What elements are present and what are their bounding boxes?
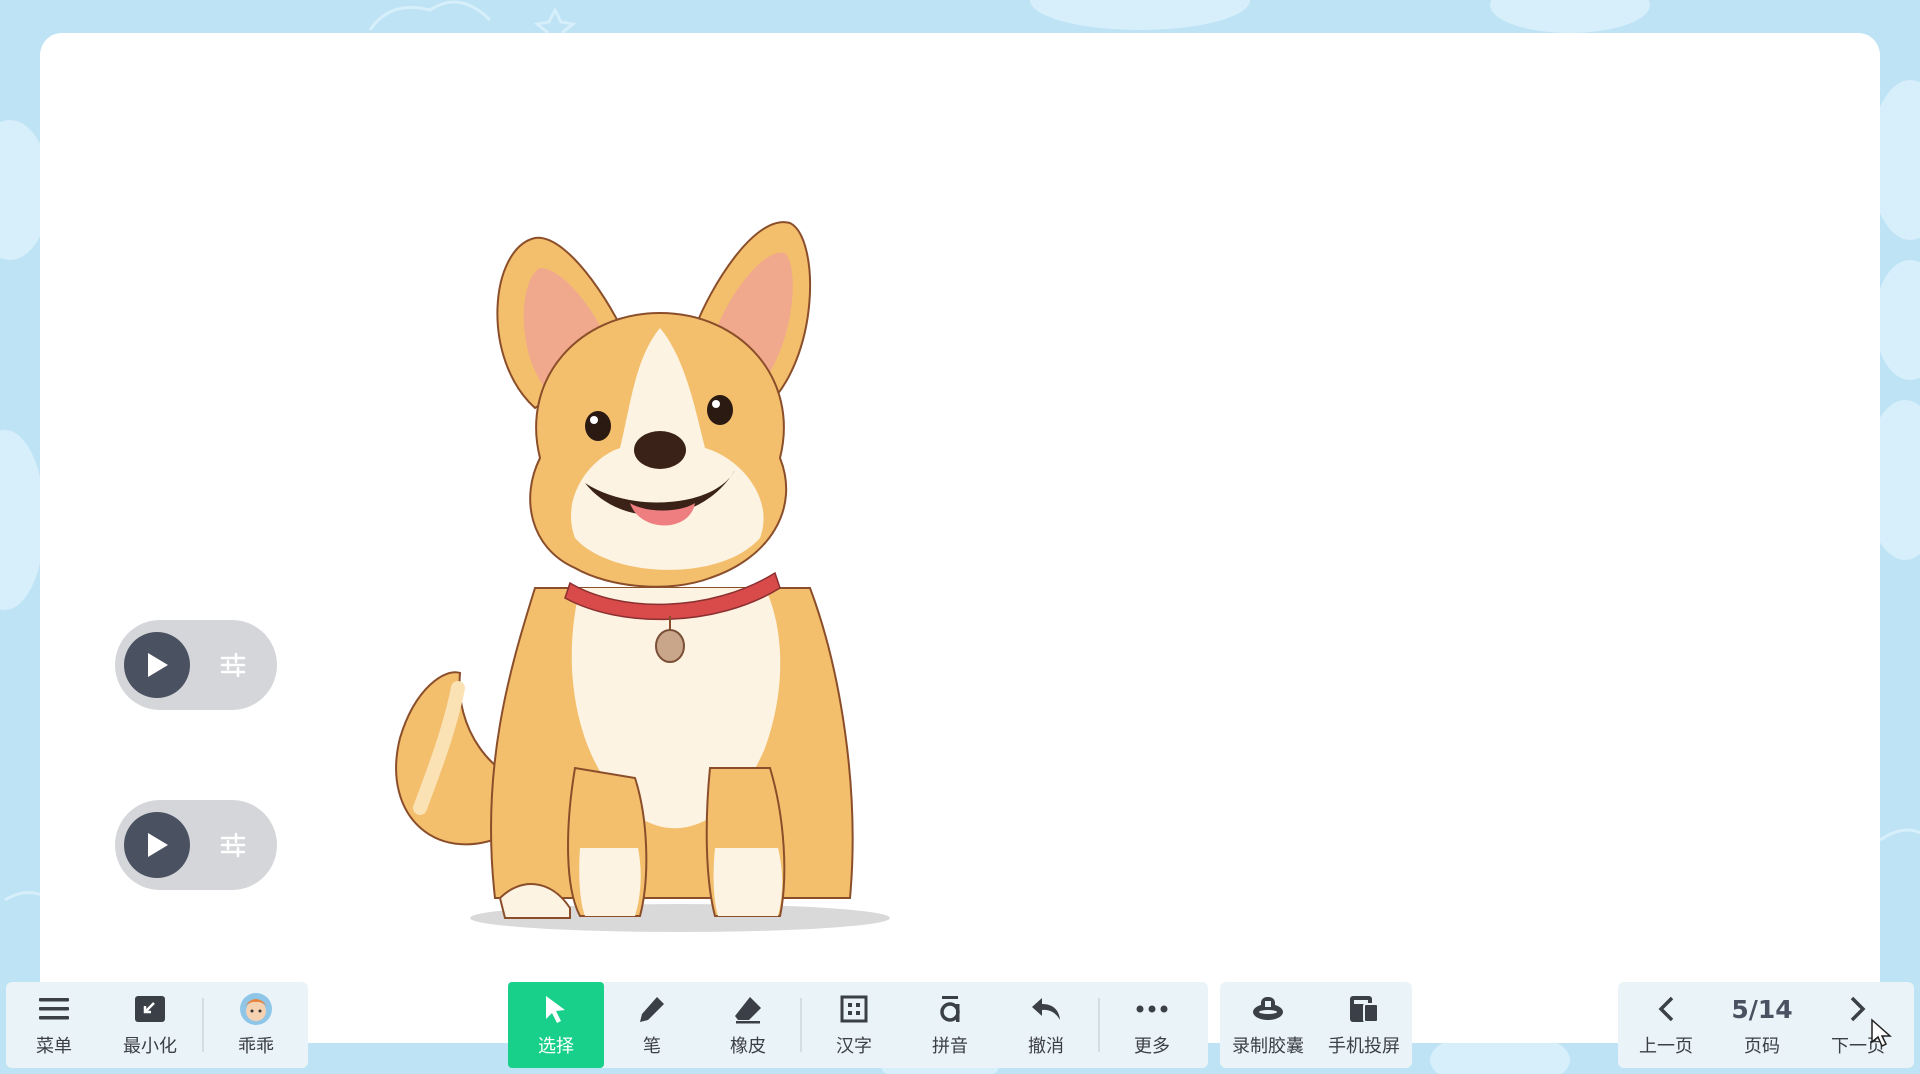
pinyin-label: 拼音 (932, 1036, 968, 1057)
capsule-record-icon (1253, 997, 1283, 1020)
main-toolbar: 选择 笔 橡皮 汉字 拼音 撤消 更多 (508, 982, 1208, 1068)
pinyin-icon (940, 996, 960, 1022)
avatar-icon (240, 993, 272, 1025)
prev-page-label: 上一页 (1639, 1036, 1693, 1057)
undo-icon (1032, 998, 1060, 1020)
settings-sliders-icon[interactable] (219, 831, 247, 859)
divider (1098, 998, 1100, 1052)
play-icon (148, 653, 168, 677)
play-button[interactable] (124, 812, 190, 878)
minimize-icon (135, 996, 165, 1022)
minimize-button[interactable]: 最小化 (102, 982, 198, 1068)
hanzi-tool-button[interactable]: 汉字 (806, 982, 902, 1068)
media-control-1 (115, 620, 277, 710)
phone-cast-icon (1350, 996, 1379, 1023)
phone-cast-label: 手机投屏 (1328, 1036, 1400, 1057)
tools-toolbar: 录制胶囊 手机投屏 (1220, 982, 1412, 1068)
page-number-value: 5/14 (1731, 994, 1793, 1024)
select-label: 选择 (538, 1036, 574, 1057)
pen-tool-button[interactable]: 笔 (604, 982, 700, 1068)
prev-page-button[interactable]: 上一页 (1618, 982, 1714, 1068)
settings-sliders-icon[interactable] (219, 651, 247, 679)
chevron-left-icon (1658, 996, 1674, 1022)
pen-icon (640, 997, 664, 1022)
menu-button[interactable]: 菜单 (6, 982, 102, 1068)
play-icon (148, 833, 168, 857)
corgi-illustration (395, 221, 890, 932)
media-control-2 (115, 800, 277, 890)
menu-label: 菜单 (36, 1036, 72, 1057)
eraser-tool-button[interactable]: 橡皮 (700, 982, 796, 1068)
user-name-label: 乖乖 (238, 1036, 274, 1057)
whiteboard-canvas[interactable] (40, 33, 1880, 1043)
phone-cast-button[interactable]: 手机投屏 (1316, 982, 1412, 1068)
record-label: 录制胶囊 (1232, 1036, 1304, 1057)
more-label: 更多 (1134, 1036, 1170, 1057)
eraser-icon (735, 997, 761, 1024)
undo-label: 撤消 (1028, 1036, 1064, 1057)
undo-button[interactable]: 撤消 (998, 982, 1094, 1068)
cursor-arrow-icon (546, 996, 565, 1023)
more-dots-icon (1136, 1005, 1168, 1013)
play-button[interactable] (124, 632, 190, 698)
hanzi-grid-icon (840, 995, 868, 1023)
record-capsule-button[interactable]: 录制胶囊 (1220, 982, 1316, 1068)
hamburger-menu-icon (39, 998, 69, 1020)
hanzi-label: 汉字 (836, 1036, 872, 1057)
page-number-button[interactable]: 5/14 页码 (1714, 982, 1810, 1068)
divider (202, 998, 204, 1052)
more-button[interactable]: 更多 (1104, 982, 1200, 1068)
page-number-label: 页码 (1744, 1036, 1780, 1057)
pen-label: 笔 (643, 1036, 661, 1057)
pinyin-tool-button[interactable]: 拼音 (902, 982, 998, 1068)
eraser-label: 橡皮 (730, 1036, 766, 1057)
user-profile-button[interactable]: 乖乖 (208, 982, 304, 1068)
divider (800, 998, 802, 1052)
minimize-label: 最小化 (123, 1036, 177, 1057)
mouse-cursor-icon (1871, 1018, 1892, 1048)
left-toolbar: 菜单 最小化 乖乖 (6, 982, 308, 1068)
chevron-right-icon (1850, 996, 1866, 1022)
select-tool-button[interactable]: 选择 (508, 982, 604, 1068)
